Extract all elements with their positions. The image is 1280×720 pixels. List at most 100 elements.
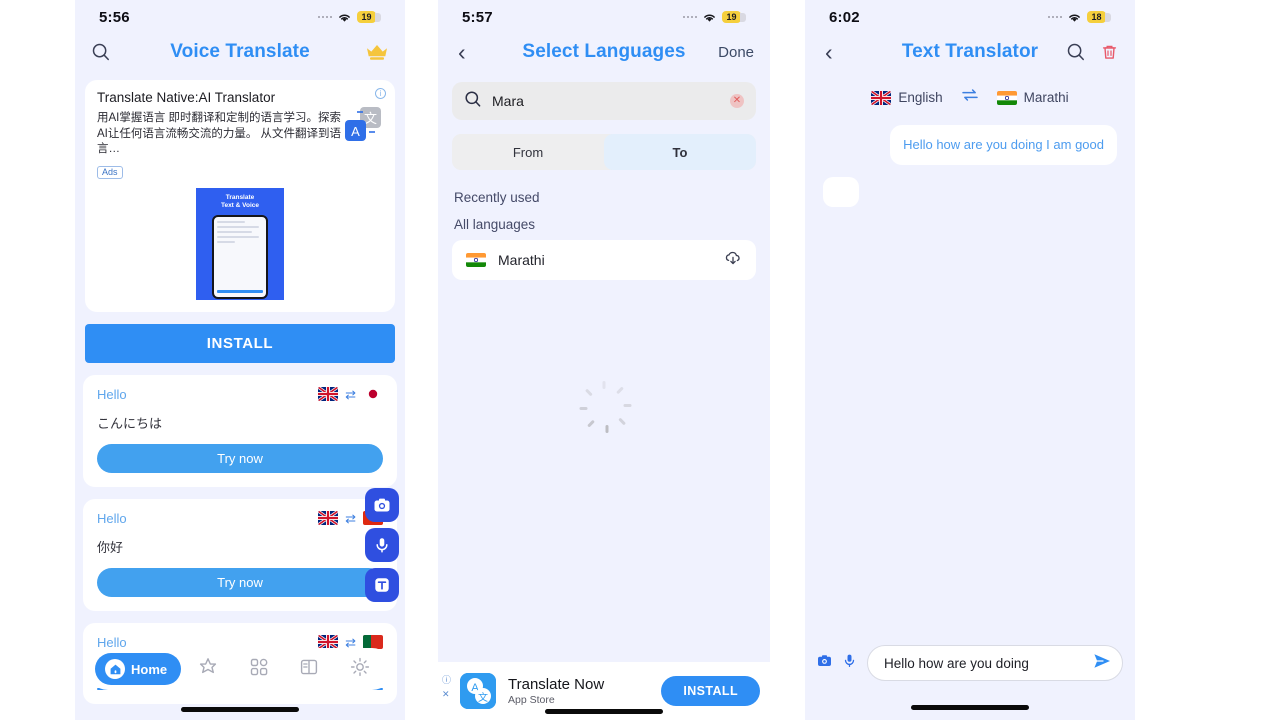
search-icon[interactable] xyxy=(91,42,111,62)
language-to-label: Marathi xyxy=(1023,90,1069,105)
svg-text:A: A xyxy=(351,124,360,139)
list-item[interactable]: Marathi xyxy=(452,240,756,280)
tab-label-home: Home xyxy=(131,661,168,677)
wifi-icon xyxy=(1067,12,1082,23)
uk-flag-icon xyxy=(871,90,892,105)
language-to[interactable]: Marathi xyxy=(996,90,1069,105)
tab-settings[interactable] xyxy=(335,656,385,683)
phone-screen-select-languages: 5:57 19 ‹ Select Languages Done Mara ✕ F… xyxy=(438,0,770,720)
message-bubble-outgoing[interactable]: Hello how are you doing I am good xyxy=(890,125,1117,165)
tab-phrasebook[interactable] xyxy=(284,656,334,683)
portugal-flag-icon xyxy=(363,635,383,650)
send-icon[interactable] xyxy=(1092,652,1112,675)
camera-icon[interactable] xyxy=(817,653,832,673)
banner-text-group: Translate Now App Store xyxy=(508,676,649,706)
battery-level: 19 xyxy=(357,11,376,23)
text-input-value: Hello how are you doing xyxy=(884,655,1029,671)
text-input-field[interactable]: Hello how are you doing xyxy=(867,645,1123,681)
nav-right-group: Done xyxy=(718,44,754,61)
swap-icon: ⇄ xyxy=(345,386,356,402)
status-time: 6:02 xyxy=(829,8,860,26)
phone-screen-voice-translate: 5:56 19 Voice Translate i Translate Nati… xyxy=(75,0,405,720)
book-icon xyxy=(298,656,320,683)
ad-card[interactable]: i Translate Native:AI Translator 用AI掌握语言… xyxy=(85,80,395,312)
home-icon xyxy=(105,659,125,679)
star-icon xyxy=(197,656,219,683)
status-time: 5:56 xyxy=(99,8,130,26)
translation-card[interactable]: Hello ⇄ こんにちは Try now xyxy=(83,374,397,487)
status-time: 5:57 xyxy=(462,8,493,26)
card-flag-pair: ⇄ xyxy=(318,634,383,650)
microphone-icon[interactable] xyxy=(843,653,856,673)
search-input[interactable]: Mara ✕ xyxy=(452,82,756,120)
back-chevron-icon[interactable]: ‹ xyxy=(821,40,837,64)
nav-left-group: ‹ xyxy=(454,40,470,64)
screenshot-stage: 5:56 19 Voice Translate i Translate Nati… xyxy=(0,0,1280,720)
close-icon[interactable]: ✕ xyxy=(442,688,451,702)
status-bar: 5:56 19 xyxy=(75,0,405,30)
segment-from[interactable]: From xyxy=(452,134,604,170)
tab-favorites[interactable] xyxy=(183,656,233,683)
card-flag-pair: ⇄ xyxy=(318,386,383,402)
ad-install-button[interactable]: INSTALL xyxy=(85,323,395,363)
direction-segmented-control: From To xyxy=(452,134,756,170)
camera-fab-button[interactable] xyxy=(365,488,399,522)
signal-dots-icon xyxy=(317,15,332,19)
left-gutter xyxy=(0,0,75,720)
search-input-value: Mara xyxy=(492,93,524,109)
nav-left-group xyxy=(91,42,111,62)
crown-icon[interactable] xyxy=(365,43,389,61)
status-indicators: 18 xyxy=(1047,11,1111,23)
ad-hero-phone-mock xyxy=(212,214,268,299)
wifi-icon xyxy=(337,12,352,23)
language-from-label: English xyxy=(898,90,943,105)
battery-indicator: 18 xyxy=(1087,11,1111,23)
done-button[interactable]: Done xyxy=(718,44,754,61)
ad-hero-image: Translate Text & Voice xyxy=(196,187,284,300)
japan-flag-icon xyxy=(363,387,383,402)
bottom-tab-bar: Home xyxy=(87,648,393,690)
segment-to[interactable]: To xyxy=(604,134,756,170)
grid-icon xyxy=(248,656,270,683)
signal-dots-icon xyxy=(682,15,697,19)
try-now-button[interactable]: Try now xyxy=(97,567,383,597)
battery-cap xyxy=(740,12,746,22)
status-bar: 6:02 18 xyxy=(805,0,1135,30)
card-header: Hello ⇄ xyxy=(97,387,383,402)
phone-screen-text-translator: 6:02 18 ‹ Text Translator English Marath… xyxy=(805,0,1135,720)
india-flag-icon xyxy=(996,90,1017,105)
nav-bar: Voice Translate xyxy=(75,30,405,74)
uk-flag-icon xyxy=(318,635,339,650)
banner-marks: ⓘ ✕ xyxy=(442,674,451,701)
info-icon[interactable]: ⓘ xyxy=(442,674,451,688)
svg-text:文: 文 xyxy=(478,691,488,704)
nav-bar: ‹ Select Languages Done xyxy=(438,30,770,74)
message-bubble-incoming[interactable] xyxy=(823,176,859,207)
gutter-2 xyxy=(770,0,805,720)
swap-icon: ⇄ xyxy=(345,634,356,650)
info-icon[interactable]: i xyxy=(375,88,386,99)
trash-icon[interactable] xyxy=(1100,43,1119,62)
back-chevron-icon[interactable]: ‹ xyxy=(454,40,470,64)
clear-icon[interactable]: ✕ xyxy=(730,94,744,108)
status-bar: 5:57 19 xyxy=(438,0,770,30)
cloud-download-icon[interactable] xyxy=(724,249,742,272)
banner-install-button[interactable]: INSTALL xyxy=(661,676,760,706)
card-source-text: Hello xyxy=(97,510,127,526)
translate-now-app-icon: A 文 xyxy=(460,673,496,709)
tab-apps[interactable] xyxy=(234,656,284,683)
translation-card[interactable]: Hello ⇄ 你好 Try now xyxy=(83,498,397,611)
try-now-button[interactable]: Try now xyxy=(97,443,383,473)
right-gutter xyxy=(1135,0,1280,720)
card-header: Hello ⇄ xyxy=(97,511,383,526)
text-translate-fab-button[interactable] xyxy=(365,568,399,602)
section-all-languages: All languages xyxy=(454,217,536,232)
battery-cap xyxy=(1105,12,1111,22)
swap-icon[interactable] xyxy=(961,88,979,107)
search-icon[interactable] xyxy=(1066,42,1086,62)
microphone-fab-button[interactable] xyxy=(365,528,399,562)
sidebar-item-home[interactable]: Home xyxy=(95,653,182,685)
home-indicator xyxy=(181,707,299,712)
language-from[interactable]: English xyxy=(871,90,943,105)
nav-bar: ‹ Text Translator xyxy=(805,30,1135,74)
